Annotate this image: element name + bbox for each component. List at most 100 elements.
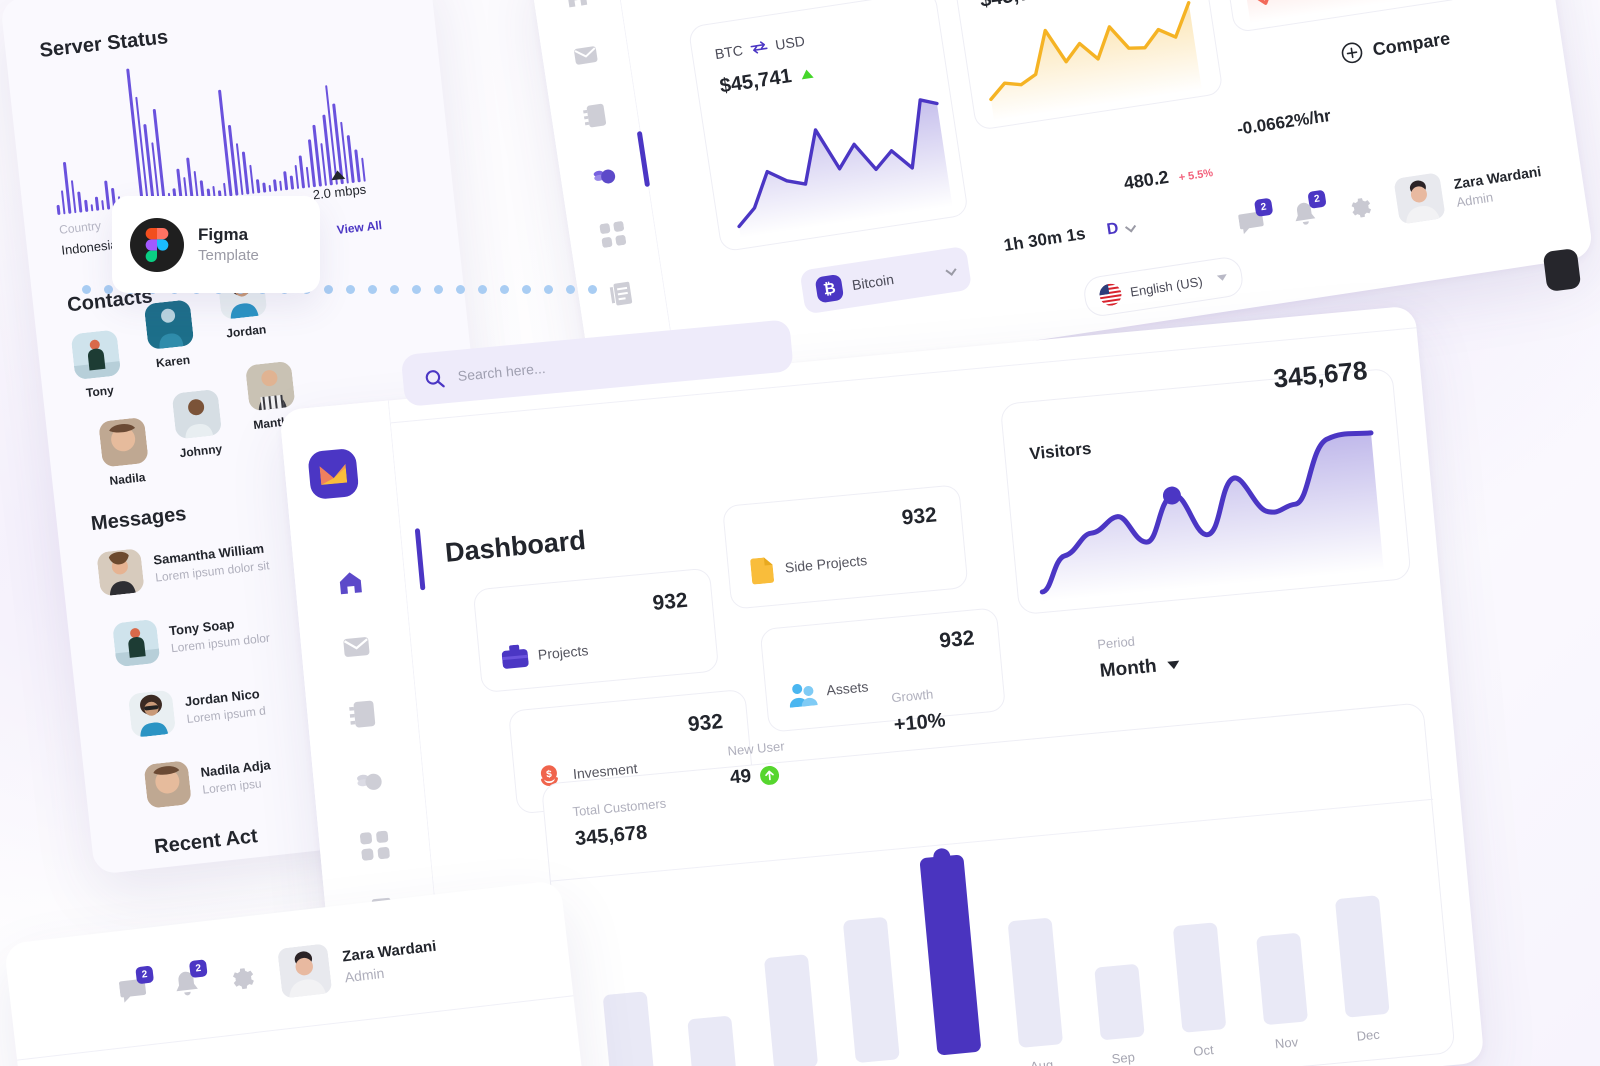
invoice-icon [609, 281, 632, 306]
triangle-up-icon [330, 169, 346, 181]
crypto-card-eth[interactable]: ETH USD $45,741 [948, 0, 1224, 131]
gear-icon[interactable] [226, 963, 256, 993]
search-input[interactable]: Search here... [457, 360, 546, 384]
chevron-down-icon [1216, 274, 1228, 282]
server-bar [249, 164, 255, 194]
contact-name: Karen [155, 352, 191, 371]
us-flag-icon [1097, 282, 1123, 308]
chevron-down-icon[interactable] [1124, 221, 1136, 233]
sidebar-active-indicator [636, 130, 651, 188]
notifications-badge: 2 [188, 959, 208, 979]
stat-value: 932 [686, 710, 724, 737]
bar-oct[interactable] [1172, 922, 1227, 1033]
coin-selector[interactable]: ₿ Bitcoin [799, 245, 973, 315]
btc-sparkline [737, 98, 953, 239]
bar-aug[interactable] [1007, 917, 1064, 1049]
stat-value: 932 [938, 626, 976, 653]
notifications-button[interactable]: 2 [172, 959, 208, 1000]
interval-value[interactable]: D [1106, 220, 1120, 240]
language-label: English (US) [1129, 273, 1204, 300]
stat-card-side-projects[interactable]: Side Projects 932 [721, 484, 969, 610]
server-bar [294, 164, 300, 190]
message-item[interactable]: Samantha William Lorem ipsum dolor sit [96, 534, 270, 597]
briefcase-icon [501, 644, 529, 669]
bar-sep[interactable] [1094, 963, 1145, 1041]
server-bar [305, 166, 311, 188]
btc-pair-right: USD [774, 32, 806, 53]
messages-button[interactable]: 2 [118, 965, 155, 1006]
sidebar-item-grid[interactable] [599, 221, 627, 253]
plus-circle-icon [1341, 42, 1363, 64]
sidebar-item-mail[interactable] [572, 43, 600, 73]
left-topbar-divider [17, 995, 574, 1061]
bar-apr[interactable] [687, 1015, 737, 1066]
volume-block: 480.2 + 5.5% [1122, 160, 1214, 194]
btc-price: $45,741 [718, 65, 794, 98]
session-timer: 1h 30m 1s [1002, 223, 1087, 255]
stat-card-assets[interactable]: Assets 932 [759, 607, 1007, 733]
contact-item[interactable]: Johnny [171, 388, 225, 461]
bar-may[interactable] [763, 954, 819, 1066]
home-icon [339, 572, 362, 595]
user-profile-chip[interactable]: Zara Wardani Admin [277, 931, 440, 999]
sidebar-item-grid[interactable] [359, 830, 390, 865]
server-bar [273, 179, 278, 192]
bar-label: Nov [1274, 1034, 1299, 1052]
figma-template-badge[interactable]: Figma Template [112, 196, 320, 293]
gear-icon[interactable] [1345, 193, 1373, 221]
crypto-panel-title: Crypto [649, 0, 733, 1]
mandal-m-logo[interactable] [307, 447, 360, 501]
server-bar [262, 182, 266, 193]
contact-item[interactable]: Karen [143, 299, 197, 371]
samantha-avatar [96, 548, 145, 597]
coins-icon [593, 169, 615, 184]
contact-item[interactable]: Tony [70, 329, 124, 401]
compare-label: Compare [1371, 27, 1452, 60]
crypto-card-3[interactable]: $45,741 [1209, 0, 1467, 34]
language-selector[interactable]: English (US) [1081, 255, 1245, 319]
stat-label: Side Projects [784, 552, 868, 576]
bar-mar[interactable] [602, 991, 655, 1066]
sidebar-item-coins[interactable] [352, 765, 385, 801]
period-selector[interactable]: Period Month [1097, 630, 1181, 683]
sidebar-item-contacts[interactable] [582, 102, 608, 134]
new-user-value: 49 [729, 765, 753, 789]
volume-value: 480.2 [1122, 166, 1171, 194]
visitors-card[interactable]: Visitors 345,678 [999, 355, 1412, 616]
sidebar-item-home[interactable] [563, 0, 591, 16]
message-item[interactable]: Tony Soap Lorem ipsum dolor [111, 607, 271, 668]
bar-jul[interactable] [919, 854, 982, 1056]
growth-label: Growth [890, 686, 934, 706]
message-item[interactable]: Jordan Nico Lorem ipsum d [127, 680, 267, 739]
period-value: Month [1098, 655, 1158, 682]
figma-icon [130, 217, 184, 272]
bar-nov[interactable] [1256, 932, 1309, 1026]
sidebar-item-mail[interactable] [341, 633, 372, 665]
stat-card-projects[interactable]: Projects 932 [472, 567, 720, 694]
sidebar-item-home[interactable] [335, 568, 366, 603]
bar-jun[interactable] [842, 916, 900, 1064]
sidebar-item-invoice[interactable] [608, 280, 636, 312]
nadila-avatar [143, 760, 192, 809]
bar-dec[interactable] [1334, 895, 1390, 1018]
contact-name: Jordan [225, 322, 267, 341]
dark-chip [1542, 248, 1582, 292]
bar-label: Sep [1111, 1049, 1136, 1066]
sidebar-item-coins[interactable] [589, 161, 619, 194]
contact-name: Tony [85, 383, 115, 400]
server-country: Country Indonesia [58, 217, 118, 257]
message-item[interactable]: Nadila Adja Lorem ipsu [143, 751, 273, 809]
crypto-card-btc[interactable]: BTC USD $45,741 [687, 0, 969, 253]
messages-button[interactable]: 2 [1238, 197, 1274, 240]
screenshot-root: Mandal Modern Admin Dashboard Figma Temp… [0, 0, 1600, 1066]
server-bar [256, 179, 261, 194]
messages-badge: 2 [1253, 197, 1274, 217]
bar-label: Dec [1355, 1026, 1381, 1044]
compare-button[interactable]: Compare [1340, 27, 1452, 65]
sidebar-item-contacts[interactable] [348, 699, 377, 734]
contact-item[interactable]: Nadila [98, 416, 151, 489]
left-topbar-actions: 2 2 Zara Wardani Admin [117, 931, 440, 1017]
view-all-link[interactable]: View All [336, 218, 383, 237]
notifications-button[interactable]: 2 [1291, 189, 1327, 232]
user-profile-chip[interactable]: Zara Wardani Admin [1393, 157, 1545, 225]
